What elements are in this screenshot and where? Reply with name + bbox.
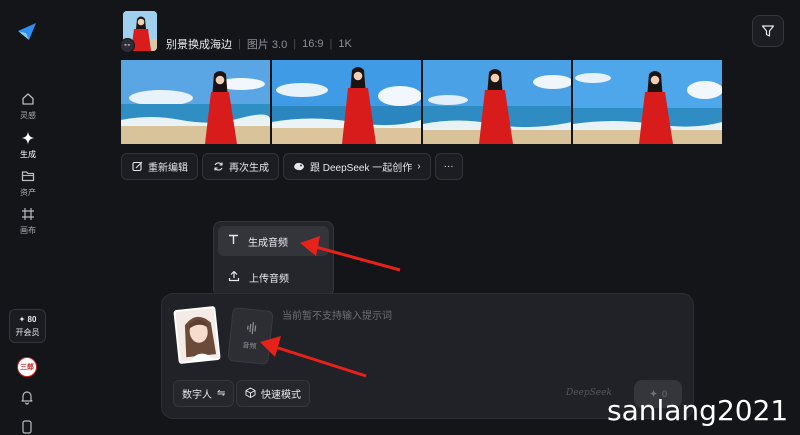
result-meta: 别景换成海边 | 图片 3.0 | 16:9 | 1K: [166, 38, 352, 51]
deepseek-create-label: 跟 DeepSeek 一起创作: [310, 163, 413, 174]
edit-icon: [131, 161, 143, 173]
cube-icon: [245, 387, 256, 401]
audio-slot[interactable]: 音频: [227, 307, 274, 365]
app-logo[interactable]: [16, 20, 38, 42]
bell-icon[interactable]: [19, 389, 35, 405]
phone-icon[interactable]: [19, 419, 35, 435]
chevron-right-icon: ›: [417, 161, 421, 172]
result-title: 别景换成海边: [166, 39, 232, 51]
more-button[interactable]: ···: [434, 153, 463, 180]
sidebar: 灵感 生成 资产 画布 ✦ 80 开会员 三郎: [0, 0, 56, 435]
re-edit-label: 重新编辑: [148, 163, 188, 174]
refresh-icon: [212, 161, 224, 173]
filter-button[interactable]: [752, 15, 784, 47]
upload-icon: [228, 270, 240, 285]
menu-item-upload-audio[interactable]: 上传音频: [218, 262, 329, 292]
nav-item-canvas[interactable]: 画布: [0, 206, 56, 236]
menu-item-label: 生成音频: [248, 237, 288, 249]
sparkle-icon: [20, 130, 36, 146]
nav-label: 画布: [20, 226, 36, 235]
audio-wave-icon: [246, 322, 256, 335]
more-icon: ···: [443, 161, 454, 172]
avatar-text: 三郎: [20, 364, 34, 371]
audio-menu: 生成音频 上传音频: [213, 221, 334, 297]
reference-thumbnail[interactable]: 👓: [120, 11, 157, 53]
vip-button[interactable]: ✦ 80 开会员: [9, 309, 46, 343]
menu-item-generate-audio[interactable]: 生成音频: [218, 226, 329, 256]
thumbnail-badge: 👓: [120, 38, 135, 53]
generated-image-4[interactable]: [573, 60, 722, 144]
nav-label: 生成: [20, 150, 36, 159]
result-model: 图片 3.0: [246, 39, 288, 51]
regenerate-button[interactable]: 再次生成: [202, 153, 279, 180]
result-resolution: 1K: [338, 38, 352, 50]
nav-item-assets[interactable]: 资产: [0, 168, 56, 198]
generated-images: [121, 60, 722, 144]
generated-image-3[interactable]: [422, 60, 572, 144]
home-icon: [20, 91, 36, 107]
vip-points: ✦ 80: [18, 314, 37, 324]
nav-label: 资产: [20, 188, 36, 197]
watermark-text: sanlang2021: [607, 394, 789, 427]
deepseek-mark-text: DeepSeek: [566, 388, 612, 398]
filter-icon: [761, 25, 775, 37]
switch-icon: ⇋: [217, 388, 226, 399]
nav-item-generate[interactable]: 生成: [0, 130, 56, 160]
result-actions: 重新编辑 再次生成 跟 DeepSeek 一起创作 › ···: [121, 153, 463, 180]
deepseek-icon: [293, 161, 305, 173]
menu-item-label: 上传音频: [249, 273, 289, 285]
nav-label: 灵感: [20, 111, 36, 120]
re-edit-button[interactable]: 重新编辑: [121, 153, 198, 180]
vip-label: 开会员: [15, 327, 40, 337]
nav-item-inspiration[interactable]: 灵感: [0, 91, 56, 121]
folder-icon: [20, 168, 36, 184]
digital-human-portrait[interactable]: [173, 305, 221, 365]
text-t-icon: [228, 234, 239, 248]
canvas-icon: [20, 206, 36, 222]
fast-mode-label: 快速模式: [261, 390, 301, 401]
regenerate-label: 再次生成: [229, 163, 269, 174]
digital-human-selector[interactable]: 数字人 ⇋: [173, 380, 235, 407]
prompt-placeholder[interactable]: 当前暂不支持输入提示词: [282, 307, 392, 322]
generated-image-2[interactable]: [271, 60, 421, 144]
digital-human-label: 数字人: [182, 390, 212, 401]
audio-label: 音频: [242, 342, 257, 351]
avatar[interactable]: 三郎: [17, 357, 37, 377]
fast-mode-selector[interactable]: 快速模式: [236, 380, 310, 407]
deepseek-watermark: DeepSeek: [566, 388, 612, 398]
result-ratio: 16:9: [302, 38, 324, 50]
deepseek-create-button[interactable]: 跟 DeepSeek 一起创作 ›: [283, 153, 431, 180]
generated-image-1[interactable]: [121, 60, 270, 144]
